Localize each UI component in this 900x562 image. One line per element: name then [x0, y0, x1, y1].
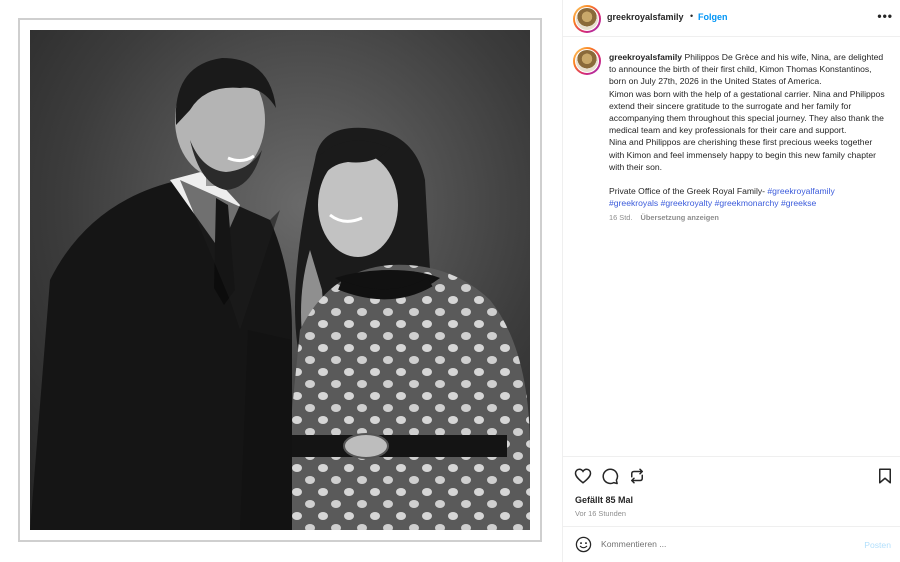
couple-photo-illustration — [30, 30, 530, 530]
emoji-icon[interactable] — [575, 536, 592, 553]
caption-avatar[interactable] — [573, 47, 601, 75]
header-username[interactable]: greekroyalsfamily — [607, 12, 684, 22]
comment-icon[interactable] — [601, 467, 619, 485]
bookmark-icon[interactable] — [876, 467, 894, 485]
caption-area: greekroyalsfamily Philippos De Grèce and… — [563, 38, 900, 456]
caption-paragraph-3: Nina and Philippos are cherishing these … — [609, 137, 877, 172]
caption-office-line: Private Office of the Greek Royal Family… — [609, 185, 885, 209]
post-comment-button[interactable]: Posten — [864, 540, 891, 550]
post-header: greekroyalsfamily • Folgen ••• — [563, 0, 900, 37]
comment-input[interactable] — [601, 536, 851, 552]
action-bar: Gefällt 85 Mal Vor 16 Stunden — [563, 456, 900, 526]
photo-frame — [18, 18, 542, 542]
caption-text: greekroyalsfamily Philippos De Grèce and… — [609, 51, 885, 225]
post-sidebar: greekroyalsfamily • Folgen ••• greekroya… — [562, 0, 900, 562]
hashtag-link[interactable]: #greekroyalfamily — [767, 186, 834, 196]
hashtag-link[interactable]: #greekroyals — [609, 198, 658, 208]
comment-bar: Posten — [563, 526, 900, 562]
caption-username[interactable]: greekroyalsfamily — [609, 52, 682, 62]
share-icon[interactable] — [628, 467, 646, 485]
hashtag-link[interactable]: #greekmonarchy — [715, 198, 779, 208]
office-text: Private Office of the Greek Royal Family… — [609, 186, 768, 197]
follow-button[interactable]: Folgen — [698, 12, 728, 22]
translate-button[interactable]: Übersetzung anzeigen — [640, 213, 718, 222]
caption-age: 16 Std. — [609, 213, 633, 223]
avatar-image — [575, 7, 599, 31]
heart-icon[interactable] — [574, 467, 592, 485]
avatar[interactable] — [573, 5, 601, 33]
caption-paragraph-1: greekroyalsfamily Philippos De Grèce and… — [609, 51, 885, 88]
media-pane — [0, 0, 562, 562]
post-photo[interactable] — [30, 30, 530, 530]
post-timestamp: Vor 16 Stunden — [575, 509, 626, 518]
hashtag-link[interactable]: #greekse — [781, 198, 816, 208]
separator-dot: • — [690, 11, 694, 21]
caption-paragraph-2: Kimon was born with the help of a gestat… — [609, 88, 885, 136]
hashtag-link[interactable]: #greekroyalty — [661, 198, 713, 208]
like-count[interactable]: Gefällt 85 Mal — [575, 495, 633, 505]
more-options-icon[interactable]: ••• — [877, 9, 893, 23]
caption-meta: 16 Std. Übersetzung anzeigen — [609, 212, 885, 224]
avatar-image — [575, 49, 599, 73]
